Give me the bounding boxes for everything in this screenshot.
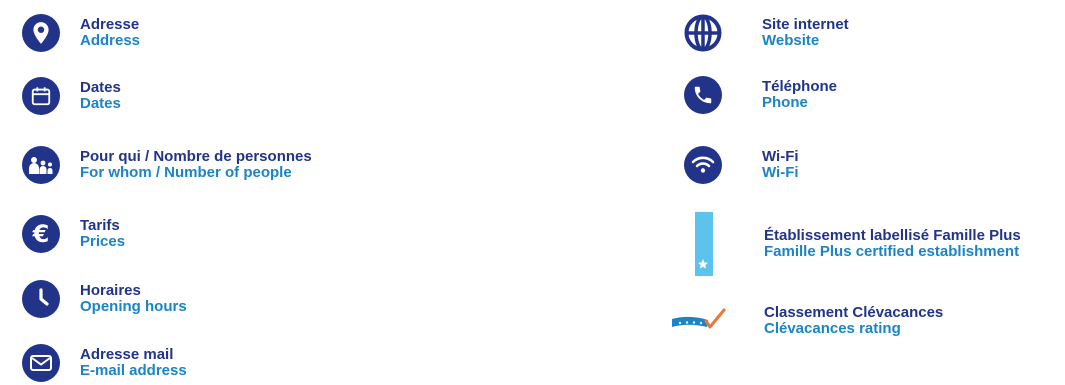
- legend-item-email: Adresse mail E-mail address: [22, 344, 187, 382]
- legend-item-dates: Dates Dates: [22, 77, 121, 115]
- label-en: Address: [80, 32, 141, 49]
- label-en: E-mail address: [80, 362, 187, 379]
- label-fr: Classement Clévacances: [764, 304, 944, 321]
- legend-item-website: Site internet Website: [684, 14, 849, 52]
- legend-item-famille-plus: Établissement labellisé Famille Plus Fam…: [695, 212, 1021, 276]
- legend-item-clevacances: Classement Clévacances Clévacances ratin…: [670, 305, 943, 337]
- euro-icon: €: [22, 215, 60, 253]
- envelope-icon: [22, 344, 60, 382]
- label-fr: Horaires: [80, 282, 141, 299]
- label-en: Prices: [80, 233, 126, 250]
- label-en: Famille Plus certified establishment: [764, 243, 1020, 260]
- label-en: Wi-Fi: [762, 164, 799, 181]
- globe-icon: [684, 14, 722, 52]
- people-icon: [22, 146, 60, 184]
- calendar-icon: [22, 77, 60, 115]
- map-pin-icon: [22, 14, 60, 52]
- label-fr: Téléphone: [762, 78, 838, 95]
- legend-item-opening-hours: Horaires Opening hours: [22, 280, 187, 318]
- legend-item-address: Adresse Address: [22, 14, 140, 52]
- label-fr: Wi-Fi: [762, 148, 799, 165]
- label-en: Website: [762, 32, 820, 49]
- label-fr: Dates: [80, 79, 121, 96]
- label-fr: Site internet: [762, 16, 849, 33]
- label-en: For whom / Number of people: [80, 164, 292, 181]
- label-en: Opening hours: [80, 298, 187, 315]
- wifi-icon: [684, 146, 722, 184]
- label-fr: Établissement labellisé Famille Plus: [764, 227, 1021, 244]
- legend-item-wifi: Wi-Fi Wi-Fi: [684, 146, 799, 184]
- famille-plus-icon: [695, 212, 713, 276]
- label-en: Clévacances rating: [764, 320, 901, 337]
- label-fr: Tarifs: [80, 217, 120, 234]
- clock-icon: [22, 280, 60, 318]
- label-fr: Pour qui / Nombre de personnes: [80, 148, 312, 165]
- legend-item-phone: Téléphone Phone: [684, 76, 837, 114]
- clevacances-icon: [670, 305, 726, 337]
- legend-item-prices: € Tarifs Prices: [22, 215, 125, 253]
- phone-icon: [684, 76, 722, 114]
- label-en: Phone: [762, 94, 808, 111]
- label-fr: Adresse mail: [80, 346, 174, 363]
- legend-item-people: Pour qui / Nombre de personnes For whom …: [22, 146, 312, 184]
- label-fr: Adresse: [80, 16, 140, 33]
- label-en: Dates: [80, 95, 121, 112]
